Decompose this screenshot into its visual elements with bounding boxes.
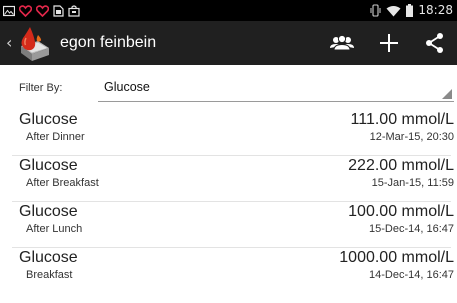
glucose-drop-folder-icon[interactable] bbox=[14, 24, 54, 64]
entry-title: Glucose bbox=[19, 111, 78, 128]
heart-outline-icon bbox=[36, 4, 49, 17]
action-bar: ‹ egon feinbein bbox=[0, 21, 457, 65]
entry-meal-context: After Breakfast bbox=[26, 177, 99, 189]
filter-row: Filter By: Glucose bbox=[0, 65, 457, 110]
sim-card-icon bbox=[53, 4, 64, 17]
filter-dropdown[interactable]: Glucose bbox=[98, 77, 454, 102]
entry-datetime: 12-Mar-15, 20:30 bbox=[369, 131, 454, 143]
list-item[interactable]: Glucose After Breakfast 222.00 mmol/L 15… bbox=[0, 156, 457, 202]
user-name[interactable]: egon feinbein bbox=[60, 32, 156, 54]
bag-icon bbox=[68, 4, 80, 17]
entry-datetime: 15-Dec-14, 16:47 bbox=[369, 223, 454, 235]
entry-value: 1000.00 mmol/L bbox=[339, 249, 454, 266]
status-bar: 18:28 bbox=[0, 0, 457, 21]
list-item[interactable]: Glucose After Lunch 100.00 mmol/L 15-Dec… bbox=[0, 202, 457, 248]
glucose-entries-list: Glucose After Dinner 111.00 mmol/L 12-Ma… bbox=[0, 110, 457, 294]
list-item[interactable]: Glucose After Dinner 111.00 mmol/L 12-Ma… bbox=[0, 110, 457, 156]
people-icon[interactable] bbox=[327, 28, 357, 58]
filter-selected-value: Glucose bbox=[104, 80, 150, 94]
entry-meal-context: After Dinner bbox=[26, 131, 85, 143]
add-icon[interactable] bbox=[374, 28, 404, 58]
vibrate-icon bbox=[370, 4, 381, 17]
entry-meal-context: Breakfast bbox=[26, 269, 73, 281]
battery-icon bbox=[406, 4, 414, 17]
dropdown-caret-icon bbox=[442, 89, 452, 99]
entry-title: Glucose bbox=[19, 203, 78, 220]
entry-value: 100.00 mmol/L bbox=[348, 203, 454, 220]
system-icons: 18:28 bbox=[370, 2, 453, 19]
notification-icons bbox=[3, 2, 80, 19]
entry-value: 111.00 mmol/L bbox=[350, 111, 454, 128]
share-icon[interactable] bbox=[420, 28, 450, 58]
entry-title: Glucose bbox=[19, 157, 78, 174]
entry-title: Glucose bbox=[19, 249, 78, 266]
entry-datetime: 15-Jan-15, 11:59 bbox=[371, 177, 454, 189]
list-item[interactable]: Glucose Breakfast 1000.00 mmol/L 14-Dec-… bbox=[0, 248, 457, 294]
filter-label: Filter By: bbox=[19, 82, 63, 94]
image-icon bbox=[3, 5, 15, 16]
wifi-icon bbox=[386, 5, 401, 16]
entry-meal-context: After Lunch bbox=[26, 223, 83, 235]
clock: 18:28 bbox=[418, 3, 453, 17]
heart-outline-icon bbox=[19, 4, 32, 17]
entry-datetime: 14-Dec-14, 16:47 bbox=[369, 269, 454, 281]
entry-value: 222.00 mmol/L bbox=[348, 157, 454, 174]
